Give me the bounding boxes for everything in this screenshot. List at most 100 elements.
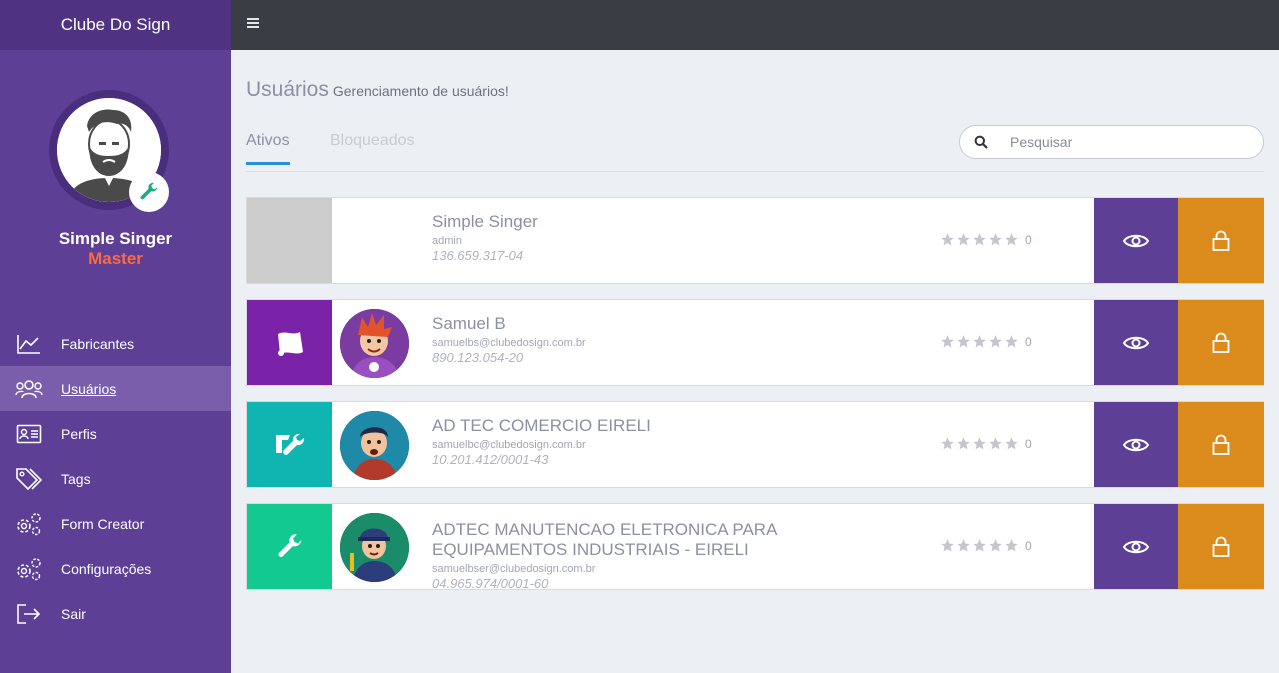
star-icon bbox=[973, 335, 986, 348]
rating-count: 0 bbox=[1025, 436, 1032, 451]
user-document: 10.201.412/0001-43 bbox=[432, 452, 549, 467]
star-icon bbox=[973, 437, 986, 450]
view-button[interactable] bbox=[1094, 198, 1178, 283]
star-icon bbox=[973, 233, 986, 246]
star-icon bbox=[989, 335, 1002, 348]
user-card: ADTEC MANUTENCAO ELETRONICA PARA EQUIPAM… bbox=[246, 503, 1264, 590]
brand-title[interactable]: Clube Do Sign bbox=[0, 0, 231, 50]
lock-icon bbox=[1212, 230, 1230, 251]
rating-count: 0 bbox=[1025, 232, 1032, 247]
sidebar-item-usuarios[interactable]: Usuários bbox=[0, 366, 231, 411]
card-info: AD TEC COMERCIO EIRELI samuelbc@clubedos… bbox=[432, 416, 912, 468]
menu-icon[interactable] bbox=[246, 16, 260, 30]
lock-icon bbox=[1212, 332, 1230, 353]
user-avatar bbox=[340, 411, 409, 480]
profile-role: Master bbox=[88, 249, 143, 268]
eye-icon bbox=[1123, 438, 1149, 451]
profile-avatar[interactable] bbox=[49, 90, 169, 212]
sidebar-item-tags[interactable]: Tags bbox=[0, 456, 231, 501]
tab-bloqueados[interactable]: Bloqueados bbox=[330, 132, 415, 162]
edit-badge[interactable] bbox=[129, 172, 169, 212]
search-input[interactable] bbox=[1010, 134, 1250, 150]
sidebar-item-configuracoes[interactable]: Configurações bbox=[0, 546, 231, 591]
search-box bbox=[959, 125, 1264, 159]
user-list: Simple Singer admin 136.659.317-04 0 Sam… bbox=[246, 197, 1264, 605]
tags-icon bbox=[15, 467, 43, 491]
user-email: admin bbox=[432, 235, 462, 247]
sidebar-item-label: Configurações bbox=[61, 560, 152, 577]
flag-icon bbox=[277, 331, 303, 356]
tools-icon bbox=[275, 433, 304, 455]
rating: 0 bbox=[940, 334, 1032, 349]
star-icon bbox=[941, 233, 954, 246]
user-card: AD TEC COMERCIO EIRELI samuelbc@clubedos… bbox=[246, 401, 1264, 488]
block-button[interactable] bbox=[1178, 504, 1264, 589]
rating-count: 0 bbox=[1025, 538, 1032, 553]
topbar bbox=[231, 0, 1279, 50]
eye-icon bbox=[1123, 234, 1149, 247]
user-name: ADTEC MANUTENCAO ELETRONICA PARA EQUIPAM… bbox=[432, 520, 777, 559]
block-button[interactable] bbox=[1178, 198, 1264, 283]
view-button[interactable] bbox=[1094, 402, 1178, 487]
search-icon[interactable] bbox=[974, 135, 988, 149]
red-hair-cartoon-icon bbox=[340, 309, 409, 378]
user-name: Samuel B bbox=[432, 314, 506, 333]
card-info: ADTEC MANUTENCAO ELETRONICA PARA EQUIPAM… bbox=[432, 520, 912, 589]
star-icon bbox=[1005, 335, 1018, 348]
user-avatar bbox=[340, 513, 409, 582]
mechanic-cartoon-icon bbox=[340, 513, 409, 582]
tab-ativos[interactable]: Ativos bbox=[246, 132, 290, 165]
star-icon bbox=[1005, 437, 1018, 450]
star-icon bbox=[941, 335, 954, 348]
lock-icon bbox=[1212, 434, 1230, 455]
sidebar-item-label: Usuários bbox=[61, 380, 117, 397]
view-button[interactable] bbox=[1094, 300, 1178, 385]
star-icon bbox=[989, 233, 1002, 246]
rating: 0 bbox=[940, 538, 1032, 553]
user-card: Simple Singer admin 136.659.317-04 0 bbox=[246, 197, 1264, 284]
id-card-icon bbox=[15, 422, 43, 446]
sidebar-item-sair[interactable]: Sair bbox=[0, 591, 231, 636]
star-icon bbox=[957, 335, 970, 348]
star-icon bbox=[957, 437, 970, 450]
sidebar-item-form-creator[interactable]: Form Creator bbox=[0, 501, 231, 546]
sidebar-item-fabricantes[interactable]: Fabricantes bbox=[0, 321, 231, 366]
card-tag bbox=[247, 300, 332, 385]
star-icon bbox=[1005, 233, 1018, 246]
user-email: samuelbc@clubedosign.com.br bbox=[432, 439, 586, 451]
eye-icon bbox=[1123, 336, 1149, 349]
page-title: Usuários bbox=[246, 78, 329, 101]
user-document: 136.659.317-04 bbox=[432, 248, 524, 263]
sidebar-item-label: Tags bbox=[61, 470, 91, 487]
rating: 0 bbox=[940, 232, 1032, 247]
card-tag bbox=[247, 504, 332, 589]
profile-name: Simple Singer bbox=[58, 229, 173, 248]
wrench-icon bbox=[140, 182, 158, 200]
gears-icon bbox=[15, 512, 43, 536]
user-email: samuelbser@clubedosign.com.br bbox=[432, 563, 596, 575]
star-icon bbox=[989, 539, 1002, 552]
star-icon bbox=[941, 437, 954, 450]
star-icon bbox=[941, 539, 954, 552]
sidebar-item-label: Perfis bbox=[61, 425, 97, 442]
wrench-icon bbox=[278, 533, 302, 557]
star-icon bbox=[1005, 539, 1018, 552]
sidebar-item-label: Sair bbox=[61, 605, 86, 622]
user-document: 04.965.974/0001-60 bbox=[432, 576, 549, 589]
main-content: Usuários Gerenciamento de usuários! Ativo… bbox=[231, 50, 1279, 673]
sign-out-icon bbox=[15, 602, 43, 626]
user-email: samuelbs@clubedosign.com.br bbox=[432, 337, 586, 349]
user-card: Samuel B samuelbs@clubedosign.com.br 890… bbox=[246, 299, 1264, 386]
block-button[interactable] bbox=[1178, 300, 1264, 385]
sidebar-nav: Fabricantes Usuários Perfis Tags Form Cr… bbox=[0, 321, 231, 636]
view-button[interactable] bbox=[1094, 504, 1178, 589]
sidebar-item-perfis[interactable]: Perfis bbox=[0, 411, 231, 456]
block-button[interactable] bbox=[1178, 402, 1264, 487]
card-info: Samuel B samuelbs@clubedosign.com.br 890… bbox=[432, 314, 912, 366]
card-tag bbox=[247, 198, 332, 283]
star-icon bbox=[957, 539, 970, 552]
rating: 0 bbox=[940, 436, 1032, 451]
lock-icon bbox=[1212, 536, 1230, 557]
star-icon bbox=[973, 539, 986, 552]
page-subtitle: Gerenciamento de usuários! bbox=[332, 83, 509, 99]
